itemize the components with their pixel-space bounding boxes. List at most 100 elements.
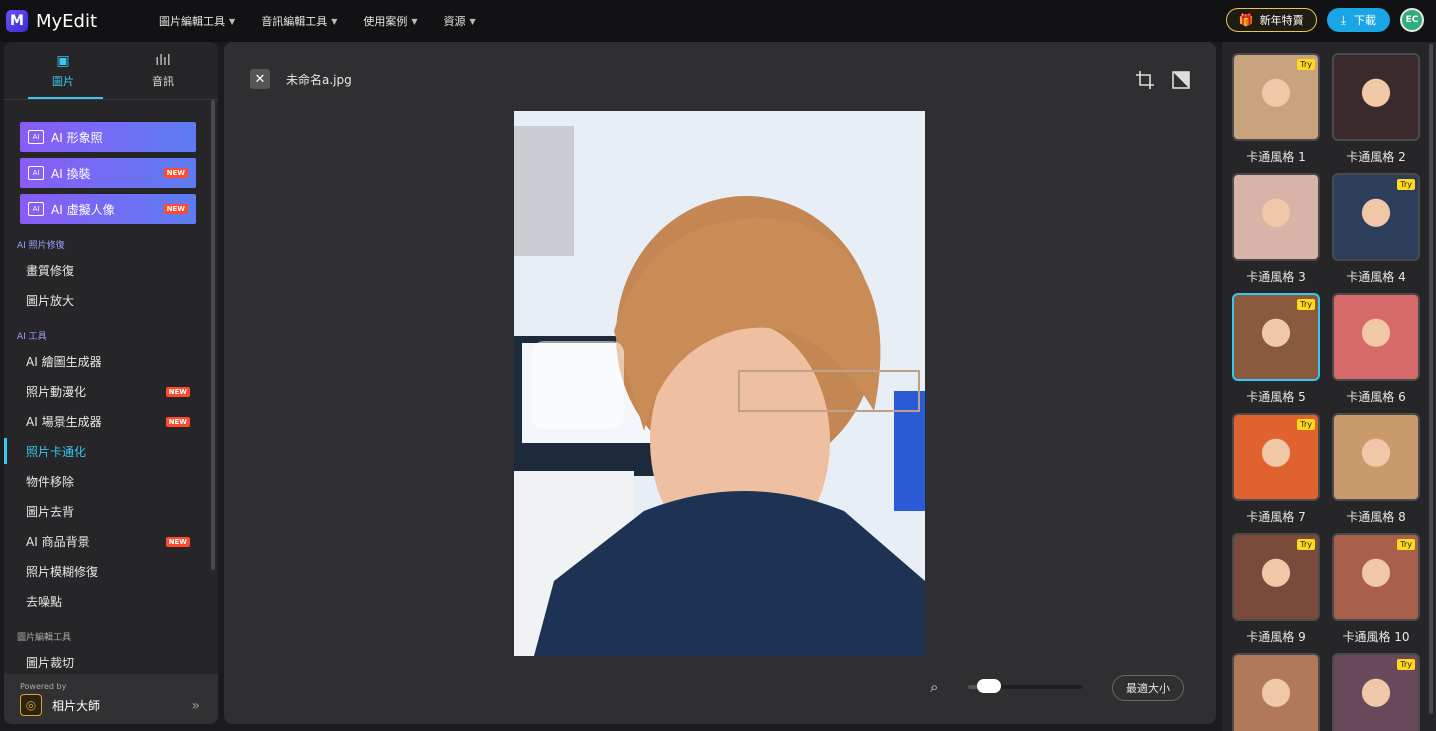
style-thumbnail[interactable]: Try xyxy=(1332,653,1420,731)
crop-icon[interactable] xyxy=(1135,70,1155,90)
ai-outfit-button[interactable]: AI AI 換裝 NEW xyxy=(20,158,196,188)
menu-item-ai-product-background[interactable]: AI 商品背景 NEW xyxy=(4,526,218,556)
ai-sparkle-icon: AI xyxy=(28,166,44,180)
tab-image[interactable]: ▣ 圖片 xyxy=(18,42,108,99)
zoom-icon: ⌕ xyxy=(930,678,939,696)
new-badge: NEW xyxy=(165,417,190,427)
style-card[interactable]: Try 卡通風格 9 xyxy=(1232,533,1320,645)
avatar[interactable]: EC xyxy=(1400,8,1424,32)
zoom-slider[interactable] xyxy=(968,679,1082,693)
try-badge: Try xyxy=(1297,59,1315,70)
style-thumbnail[interactable] xyxy=(1332,413,1420,501)
style-thumbnail[interactable] xyxy=(1332,293,1420,381)
chevron-down-icon: ▼ xyxy=(469,16,476,26)
style-thumbnail[interactable]: Try xyxy=(1232,293,1320,381)
menu-item-ai-scene-generator[interactable]: AI 場景生成器 NEW xyxy=(4,406,218,436)
image-icon: ▣ xyxy=(56,52,70,69)
style-thumbnail[interactable]: Try xyxy=(1332,173,1420,261)
nav-use-cases[interactable]: 使用案例 ▼ xyxy=(363,13,417,29)
style-name: 卡通風格 7 xyxy=(1246,510,1306,524)
style-thumbnail[interactable] xyxy=(1232,653,1320,731)
menu-item-photo-to-anime[interactable]: 照片動漫化 NEW xyxy=(4,376,218,406)
style-card[interactable]: Try 卡通風格 5 xyxy=(1232,293,1320,405)
logo-text: MyEdit xyxy=(36,10,98,32)
style-card[interactable]: Try 卡通風格 1 xyxy=(1232,53,1320,165)
style-card[interactable]: 卡通風格 2 xyxy=(1332,53,1420,165)
chevron-down-icon: ▼ xyxy=(331,16,338,26)
file-name: 未命名a.jpg xyxy=(286,73,352,87)
section-title-ai-repair: AI 照片修復 xyxy=(17,241,65,251)
menu-item-background-removal[interactable]: 圖片去背 xyxy=(4,496,218,526)
sidebar-scrollbar[interactable] xyxy=(211,100,215,570)
try-badge: Try xyxy=(1297,299,1315,310)
new-badge: NEW xyxy=(163,168,188,178)
style-card[interactable]: Try xyxy=(1332,653,1420,731)
tab-audio[interactable]: ılıl 音訊 xyxy=(118,42,208,99)
ai-headshot-button[interactable]: AI AI 形象照 xyxy=(20,122,196,152)
style-card[interactable] xyxy=(1232,653,1320,731)
main-nav: 圖片編輯工具 ▼ 音訊編輯工具 ▼ 使用案例 ▼ 資源 ▼ xyxy=(159,13,502,29)
style-name: 卡通風格 9 xyxy=(1246,630,1306,644)
style-card[interactable]: 卡通風格 8 xyxy=(1332,413,1420,525)
style-card[interactable]: Try 卡通風格 7 xyxy=(1232,413,1320,525)
left-sidebar: ▣ 圖片 ılıl 音訊 AI AI 形象照 AI AI 換裝 NEW AI A… xyxy=(4,42,218,724)
style-thumbnail[interactable]: Try xyxy=(1332,533,1420,621)
menu-item-quality-repair[interactable]: 畫質修復 xyxy=(4,255,218,285)
menu-item-object-removal[interactable]: 物件移除 xyxy=(4,466,218,496)
editor-canvas: ✕ 未命名a.jpg ⌕ 最適大小 xyxy=(224,42,1216,724)
style-card[interactable]: Try 卡通風格 4 xyxy=(1332,173,1420,285)
style-panel-scrollbar[interactable] xyxy=(1429,44,1433,714)
ai-avatar-button[interactable]: AI AI 虛擬人像 NEW xyxy=(20,194,196,224)
style-thumbnail[interactable] xyxy=(1332,53,1420,141)
promo-button[interactable]: 🎁 新年特賣 xyxy=(1225,8,1317,32)
menu-item-crop[interactable]: 圖片裁切 xyxy=(4,647,218,677)
compare-icon[interactable] xyxy=(1171,70,1191,90)
menu-item-denoise[interactable]: 去噪點 xyxy=(4,586,218,616)
style-card[interactable]: Try 卡通風格 10 xyxy=(1332,533,1420,645)
style-card[interactable]: 卡通風格 3 xyxy=(1232,173,1320,285)
fit-to-screen-button[interactable]: 最適大小 xyxy=(1112,675,1184,701)
ai-sparkle-icon: AI xyxy=(28,130,44,144)
style-name: 卡通風格 1 xyxy=(1246,150,1306,164)
brand-name: 相片大師 xyxy=(52,698,101,713)
style-name: 卡通風格 6 xyxy=(1346,390,1406,404)
style-name: 卡通風格 8 xyxy=(1346,510,1406,524)
style-name: 卡通風格 3 xyxy=(1246,270,1306,284)
ai-sparkle-icon: AI xyxy=(28,202,44,216)
zoom-slider-handle[interactable] xyxy=(977,679,1001,693)
style-name: 卡通風格 5 xyxy=(1246,390,1306,404)
header-actions: 🎁 新年特賣 ⤓ 下載 EC xyxy=(1225,8,1424,32)
expand-icon[interactable]: » xyxy=(191,698,200,714)
style-thumbnail[interactable] xyxy=(1232,173,1320,261)
style-thumbnail[interactable]: Try xyxy=(1232,53,1320,141)
style-card[interactable]: 卡通風格 6 xyxy=(1332,293,1420,405)
menu-item-deblur[interactable]: 照片模糊修復 xyxy=(4,556,218,586)
style-name: 卡通風格 2 xyxy=(1346,150,1406,164)
logo[interactable]: M MyEdit xyxy=(6,10,97,32)
new-badge: NEW xyxy=(165,387,190,397)
download-button[interactable]: ⤓ 下載 xyxy=(1326,8,1390,32)
close-button[interactable]: ✕ xyxy=(250,69,270,89)
download-icon: ⤓ xyxy=(1340,12,1346,27)
style-panel: Try 卡通風格 1 卡通風格 2 卡通風格 3 Try 卡通風格 4 Try 卡通風格 5 卡… xyxy=(1222,42,1436,731)
section-title-image-editing: 圖片編輯工具 xyxy=(17,633,72,643)
try-badge: Try xyxy=(1297,419,1315,430)
cartoon-result-image xyxy=(514,111,925,656)
nav-audio-tools[interactable]: 音訊編輯工具 ▼ xyxy=(261,13,337,29)
try-badge: Try xyxy=(1397,539,1415,550)
menu-item-upscale[interactable]: 圖片放大 xyxy=(4,285,218,315)
style-thumbnail[interactable]: Try xyxy=(1232,413,1320,501)
nav-resources[interactable]: 資源 ▼ xyxy=(444,13,476,29)
gift-icon: 🎁 xyxy=(1238,13,1254,27)
chevron-down-icon: ▼ xyxy=(229,16,236,26)
menu-item-ai-art-generator[interactable]: AI 繪圖生成器 xyxy=(4,346,218,376)
audio-wave-icon: ılıl xyxy=(155,52,171,69)
try-badge: Try xyxy=(1397,659,1415,670)
new-badge: NEW xyxy=(163,204,188,214)
menu-item-photo-to-cartoon[interactable]: 照片卡通化 xyxy=(4,436,218,466)
powered-by-brand[interactable]: ◎ 相片大師 xyxy=(20,694,218,716)
photo-illustration xyxy=(514,111,925,656)
nav-image-tools[interactable]: 圖片編輯工具 ▼ xyxy=(159,13,235,29)
style-thumbnail[interactable]: Try xyxy=(1232,533,1320,621)
logo-icon: M xyxy=(6,10,28,32)
